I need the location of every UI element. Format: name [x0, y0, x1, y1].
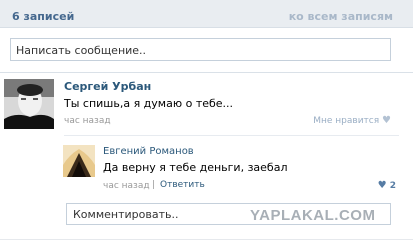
wall-header: 6 записей ко всем записям — [0, 0, 413, 28]
avatar-photo — [4, 79, 54, 129]
heart-icon: ♥ — [382, 115, 391, 126]
comment-placeholder: Комментировать.. — [73, 208, 179, 221]
divider — [0, 239, 413, 240]
post-date[interactable]: час назад — [64, 116, 111, 126]
post-like-button[interactable]: Мне нравится ♥ — [313, 115, 391, 126]
reply-button[interactable]: Ответить — [160, 180, 205, 190]
post-text: Ты спишь,а я думаю о тебе... — [64, 97, 234, 110]
like-count: 2 — [389, 181, 396, 191]
avatar[interactable] — [4, 79, 54, 129]
reply-date[interactable]: час назад — [103, 181, 150, 191]
new-post-placeholder: Написать сообщение.. — [16, 44, 147, 57]
avatar[interactable] — [63, 145, 95, 177]
meta-separator: | — [152, 180, 156, 190]
reply-like-button[interactable]: ♥ 2 — [378, 180, 396, 191]
reply-text: Да верну я тебе деньги, заебал — [103, 161, 288, 174]
post-count: 6 записей — [12, 10, 75, 23]
heart-icon: ♥ — [377, 180, 387, 191]
watermark-logo: YAPLAKAL.COM — [250, 207, 376, 224]
reply-author[interactable]: Евгений Романов — [103, 146, 194, 157]
avatar-photo — [63, 145, 95, 177]
divider — [0, 72, 413, 73]
all-posts-link[interactable]: ко всем записям — [289, 10, 393, 23]
new-post-input[interactable]: Написать сообщение.. — [10, 38, 391, 61]
like-label: Мне нравится — [313, 116, 380, 126]
post-author[interactable]: Сергей Урбан — [64, 80, 151, 93]
divider — [64, 135, 399, 136]
